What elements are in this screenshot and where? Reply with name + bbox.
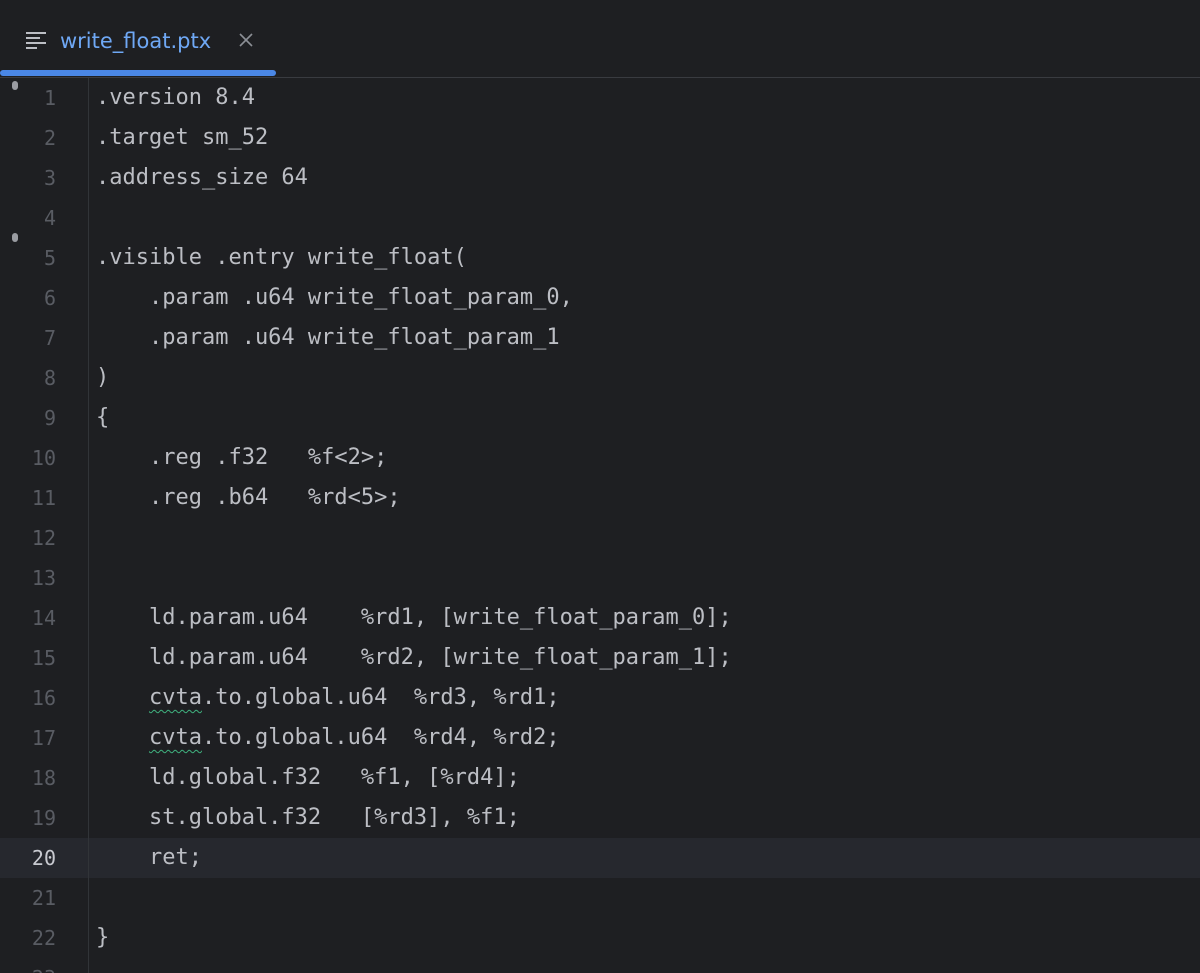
- code-line[interactable]: 2 .target sm_52: [0, 118, 1200, 158]
- code-segment: st.global.f32 [%rd3], %f1;: [96, 805, 520, 830]
- code-text: .address_size 64: [96, 158, 308, 198]
- code-line[interactable]: 21: [0, 878, 1200, 918]
- code-segment: .visible .entry write_float(: [96, 245, 467, 270]
- code-text: cvta.to.global.u64 %rd4, %rd2;: [96, 718, 560, 758]
- code-line[interactable]: 5 .visible .entry write_float(: [0, 238, 1200, 278]
- active-tab-indicator: [0, 70, 276, 76]
- fold-marker-icon[interactable]: [12, 233, 18, 242]
- code-line[interactable]: 6 .param .u64 write_float_param_0,: [0, 278, 1200, 318]
- code-text: ld.param.u64 %rd1, [write_float_param_0]…: [96, 598, 732, 638]
- code-text: }: [96, 918, 109, 958]
- code-text: .version 8.4: [96, 78, 255, 118]
- code-segment: .to.global.u64 %rd4, %rd2;: [201, 725, 560, 750]
- code-segment: ret;: [96, 845, 202, 870]
- code-segment: ): [96, 365, 110, 390]
- code-line[interactable]: 23: [0, 958, 1200, 973]
- code-segment: .address_size 64: [96, 165, 308, 190]
- line-number-gutter: [0, 78, 89, 973]
- code-segment: .version 8.4: [96, 85, 255, 110]
- code-text: ): [96, 358, 109, 398]
- spelling-warning[interactable]: cvta: [149, 725, 202, 750]
- code-line[interactable]: 3 .address_size 64: [0, 158, 1200, 198]
- close-icon[interactable]: [236, 30, 256, 50]
- code-segment: ld.param.u64 %rd2, [write_float_param_1]…: [96, 645, 732, 670]
- code-text: {: [96, 398, 109, 438]
- code-text: .visible .entry write_float(: [96, 238, 467, 278]
- code-segment: }: [96, 925, 110, 950]
- editor-tab-bar: write_float.ptx: [0, 0, 1200, 78]
- code-segment: .param .u64 write_float_param_1: [96, 325, 560, 350]
- code-text: .target sm_52: [96, 118, 268, 158]
- code-line[interactable]: 1 .version 8.4: [0, 78, 1200, 118]
- code-segment: .reg .f32 %f<2>;: [96, 445, 388, 470]
- tab-write-float[interactable]: write_float.ptx: [0, 0, 276, 78]
- code-segment: ld.global.f32 %f1, [%rd4];: [96, 765, 520, 790]
- code-text: ld.param.u64 %rd2, [write_float_param_1]…: [96, 638, 732, 678]
- code-segment: ld.param.u64 %rd1, [write_float_param_0]…: [96, 605, 732, 630]
- code-line[interactable]: 20 ret;: [0, 838, 1200, 878]
- code-line[interactable]: 18 ld.global.f32 %f1, [%rd4];: [0, 758, 1200, 798]
- code-text: ld.global.f32 %f1, [%rd4];: [96, 758, 520, 798]
- code-line[interactable]: 4: [0, 198, 1200, 238]
- code-line[interactable]: 8): [0, 358, 1200, 398]
- code-line[interactable]: 7 .param .u64 write_float_param_1: [0, 318, 1200, 358]
- code-segment: .to.global.u64 %rd3, %rd1;: [201, 685, 560, 710]
- code-line[interactable]: 17 cvta.to.global.u64 %rd4, %rd2;: [0, 718, 1200, 758]
- code-text: cvta.to.global.u64 %rd3, %rd1;: [96, 678, 560, 718]
- code-text: ret;: [96, 838, 202, 878]
- code-line[interactable]: 13: [0, 558, 1200, 598]
- code-text: .reg .f32 %f<2>;: [96, 438, 387, 478]
- code-line[interactable]: 12: [0, 518, 1200, 558]
- code-text: st.global.f32 [%rd3], %f1;: [96, 798, 520, 838]
- code-segment: .param .u64 write_float_param_0,: [96, 285, 573, 310]
- code-text: .reg .b64 %rd<5>;: [96, 478, 401, 518]
- code-segment: .target sm_52: [96, 125, 269, 150]
- code-line[interactable]: 15 ld.param.u64 %rd2, [write_float_param…: [0, 638, 1200, 678]
- code-text: .param .u64 write_float_param_1: [96, 318, 560, 358]
- code-text: .param .u64 write_float_param_0,: [96, 278, 573, 318]
- spelling-warning[interactable]: cvta: [149, 685, 202, 710]
- code-line[interactable]: 11 .reg .b64 %rd<5>;: [0, 478, 1200, 518]
- code-line[interactable]: 16 cvta.to.global.u64 %rd3, %rd1;: [0, 678, 1200, 718]
- code-segment: {: [96, 405, 110, 430]
- code-line[interactable]: 19 st.global.f32 [%rd3], %f1;: [0, 798, 1200, 838]
- text-file-icon: [26, 31, 48, 51]
- code-line[interactable]: 14 ld.param.u64 %rd1, [write_float_param…: [0, 598, 1200, 638]
- code-line[interactable]: 9{: [0, 398, 1200, 438]
- code-editor[interactable]: 1 .version 8.4 2 .target sm_52 3 .address_siz…: [0, 78, 1200, 973]
- code-line[interactable]: 22}: [0, 918, 1200, 958]
- tab-label: write_float.ptx: [60, 29, 212, 53]
- code-line[interactable]: 10 .reg .f32 %f<2>;: [0, 438, 1200, 478]
- code-segment: .reg .b64 %rd<5>;: [96, 485, 401, 510]
- fold-marker-icon[interactable]: [12, 81, 18, 90]
